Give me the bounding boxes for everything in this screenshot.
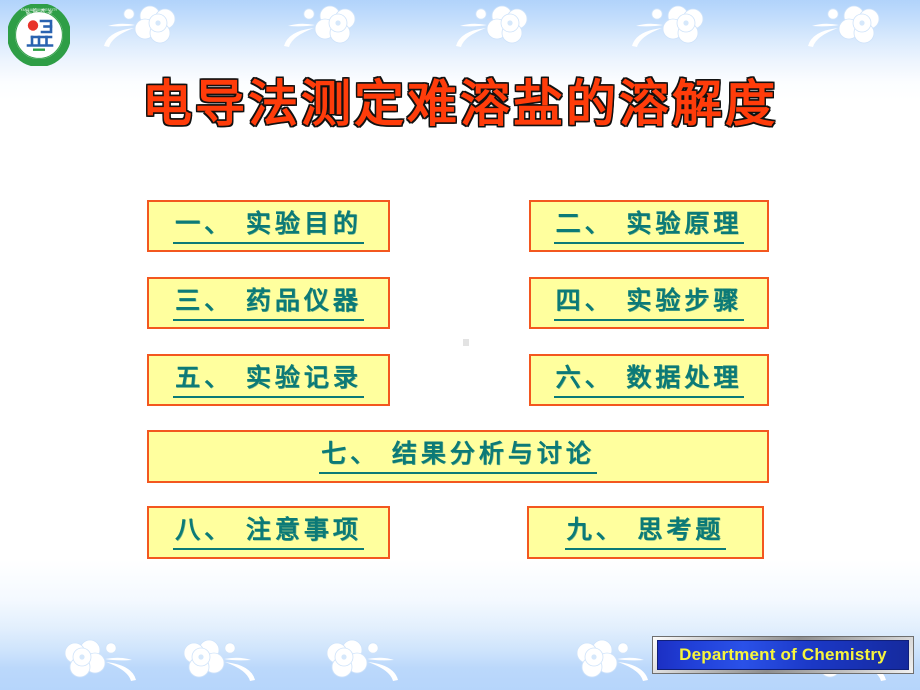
- menu-button-8-precautions[interactable]: 八、 注意事项: [147, 506, 390, 559]
- menu-button-1-experiment-purpose[interactable]: 一、 实验目的: [147, 200, 390, 252]
- menu-button-label: 三、 药品仪器: [173, 286, 364, 321]
- menu-button-5-experiment-record[interactable]: 五、 实验记录: [147, 354, 390, 406]
- menu-button-label: 九、 思考题: [564, 515, 727, 550]
- menu-button-label: 八、 注意事项: [173, 515, 364, 550]
- menu-button-4-experiment-steps[interactable]: 四、 实验步骤: [529, 277, 769, 329]
- menu-button-label: 四、 实验步骤: [553, 286, 745, 321]
- menu-button-9-questions[interactable]: 九、 思考题: [527, 506, 764, 559]
- department-banner[interactable]: Department of Chemistry: [652, 636, 914, 674]
- menu-button-label: 五、 实验记录: [173, 363, 364, 398]
- menu-button-2-experiment-principle[interactable]: 二、 实验原理: [529, 200, 769, 252]
- menu-button-label: 七、 结果分析与讨论: [319, 439, 597, 474]
- menu-button-6-data-processing[interactable]: 六、 数据处理: [529, 354, 769, 406]
- section-menu: 一、 实验目的 二、 实验原理 三、 药品仪器 四、 实验步骤 五、 实验记录 …: [0, 0, 920, 690]
- stray-pixel-artifact: [463, 339, 469, 346]
- slide-canvas: 延 边 大 学 YANBIAN UNIVERSITY 电导法测定难溶盐的溶解度 …: [0, 0, 920, 690]
- department-banner-plate: Department of Chemistry: [657, 640, 909, 670]
- menu-button-3-reagents-instruments[interactable]: 三、 药品仪器: [147, 277, 390, 329]
- menu-button-label: 二、 实验原理: [553, 209, 745, 244]
- menu-button-label: 一、 实验目的: [173, 209, 364, 244]
- department-label: Department of Chemistry: [679, 645, 887, 664]
- menu-button-7-result-analysis-discussion[interactable]: 七、 结果分析与讨论: [147, 430, 769, 483]
- menu-button-label: 六、 数据处理: [553, 363, 745, 398]
